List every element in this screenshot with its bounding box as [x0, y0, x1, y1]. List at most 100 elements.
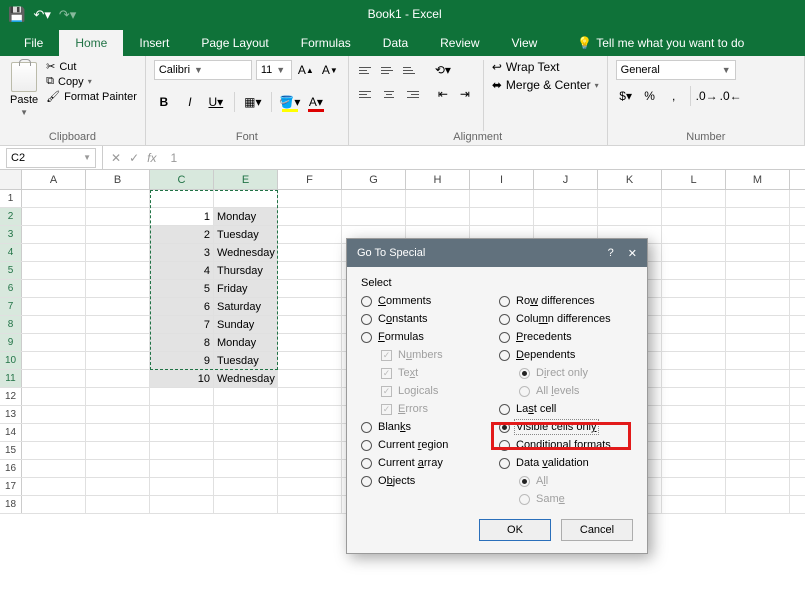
cell[interactable]: [86, 370, 150, 387]
tab-page-layout[interactable]: Page Layout: [185, 30, 284, 56]
bold-button[interactable]: B: [154, 92, 174, 112]
opt-current-region[interactable]: Current region: [361, 439, 495, 451]
opt-conditional-formats[interactable]: Conditional formats: [499, 439, 633, 451]
opt-row-diff[interactable]: Row differences: [499, 295, 633, 307]
cell[interactable]: [662, 280, 726, 297]
opt-col-diff[interactable]: Column differences: [499, 313, 633, 325]
col-head[interactable]: C: [150, 170, 214, 189]
cell[interactable]: [726, 370, 790, 387]
dialog-titlebar[interactable]: Go To Special ? ✕: [347, 239, 647, 267]
cell[interactable]: Monday: [214, 208, 278, 225]
cell[interactable]: Wednesday: [214, 370, 278, 387]
cell[interactable]: [22, 442, 86, 459]
row-head[interactable]: 16: [0, 460, 22, 477]
cell[interactable]: [662, 352, 726, 369]
cell[interactable]: [662, 460, 726, 477]
cell[interactable]: [22, 262, 86, 279]
cell[interactable]: [150, 190, 214, 207]
cell[interactable]: [662, 478, 726, 495]
cell[interactable]: [726, 442, 790, 459]
cell[interactable]: [150, 424, 214, 441]
row-head[interactable]: 3: [0, 226, 22, 243]
row-head[interactable]: 12: [0, 388, 22, 405]
cell[interactable]: [278, 298, 342, 315]
tab-data[interactable]: Data: [367, 30, 424, 56]
row-head[interactable]: 14: [0, 424, 22, 441]
cell[interactable]: [662, 442, 726, 459]
col-head[interactable]: J: [534, 170, 598, 189]
cell[interactable]: [278, 352, 342, 369]
cell[interactable]: [22, 352, 86, 369]
cell[interactable]: [662, 190, 726, 207]
tab-review[interactable]: Review: [424, 30, 495, 56]
align-right-button[interactable]: [401, 86, 421, 102]
cell[interactable]: Thursday: [214, 262, 278, 279]
italic-button[interactable]: I: [180, 92, 200, 112]
row-head[interactable]: 15: [0, 442, 22, 459]
cell[interactable]: [278, 370, 342, 387]
cell[interactable]: [278, 460, 342, 477]
row-head[interactable]: 7: [0, 298, 22, 315]
cell[interactable]: [22, 244, 86, 261]
cell[interactable]: [726, 262, 790, 279]
cell[interactable]: [214, 190, 278, 207]
cell[interactable]: [726, 478, 790, 495]
opt-data-validation[interactable]: Data validation: [499, 457, 633, 469]
cell[interactable]: [22, 316, 86, 333]
cell[interactable]: [662, 334, 726, 351]
cell[interactable]: [662, 208, 726, 225]
row-head[interactable]: 5: [0, 262, 22, 279]
cell[interactable]: 3: [150, 244, 214, 261]
cell[interactable]: 1: [150, 208, 214, 225]
row-head[interactable]: 18: [0, 496, 22, 513]
col-head[interactable]: F: [278, 170, 342, 189]
cell[interactable]: [86, 496, 150, 513]
cell[interactable]: [662, 388, 726, 405]
cell[interactable]: [726, 424, 790, 441]
cell[interactable]: [150, 388, 214, 405]
cell[interactable]: [598, 208, 662, 225]
row-head[interactable]: 17: [0, 478, 22, 495]
cell[interactable]: [150, 496, 214, 513]
row-head[interactable]: 4: [0, 244, 22, 261]
close-icon[interactable]: ✕: [628, 247, 637, 260]
cell[interactable]: [726, 460, 790, 477]
cell[interactable]: [214, 460, 278, 477]
cell[interactable]: [150, 442, 214, 459]
tab-view[interactable]: View: [496, 30, 554, 56]
cell[interactable]: [86, 262, 150, 279]
cell[interactable]: [278, 280, 342, 297]
cell[interactable]: Monday: [214, 334, 278, 351]
cell[interactable]: [662, 424, 726, 441]
col-head[interactable]: E: [214, 170, 278, 189]
cell[interactable]: [726, 406, 790, 423]
cell[interactable]: [86, 334, 150, 351]
row-head[interactable]: 10: [0, 352, 22, 369]
cell[interactable]: [726, 226, 790, 243]
opt-last-cell[interactable]: Last cell: [499, 403, 633, 415]
merge-center-button[interactable]: ⬌Merge & Center▾: [492, 78, 599, 92]
cell[interactable]: [214, 388, 278, 405]
row-head[interactable]: 8: [0, 316, 22, 333]
col-head[interactable]: B: [86, 170, 150, 189]
formula-value[interactable]: 1: [170, 151, 177, 165]
cell[interactable]: [726, 244, 790, 261]
cell[interactable]: [86, 388, 150, 405]
undo-icon[interactable]: ↶▾: [33, 8, 50, 21]
opt-precedents[interactable]: Precedents: [499, 331, 633, 343]
cell[interactable]: Wednesday: [214, 244, 278, 261]
cell[interactable]: Friday: [214, 280, 278, 297]
col-head[interactable]: K: [598, 170, 662, 189]
cell[interactable]: [278, 226, 342, 243]
tab-insert[interactable]: Insert: [123, 30, 185, 56]
borders-button[interactable]: ▦▾: [243, 92, 263, 112]
col-head[interactable]: I: [470, 170, 534, 189]
cell[interactable]: [278, 316, 342, 333]
align-bottom-button[interactable]: [401, 62, 421, 78]
opt-formulas[interactable]: Formulas: [361, 331, 495, 343]
cell[interactable]: [86, 190, 150, 207]
cell[interactable]: [726, 280, 790, 297]
cell[interactable]: [22, 406, 86, 423]
opt-blanks[interactable]: Blanks: [361, 421, 495, 433]
cell[interactable]: [86, 352, 150, 369]
